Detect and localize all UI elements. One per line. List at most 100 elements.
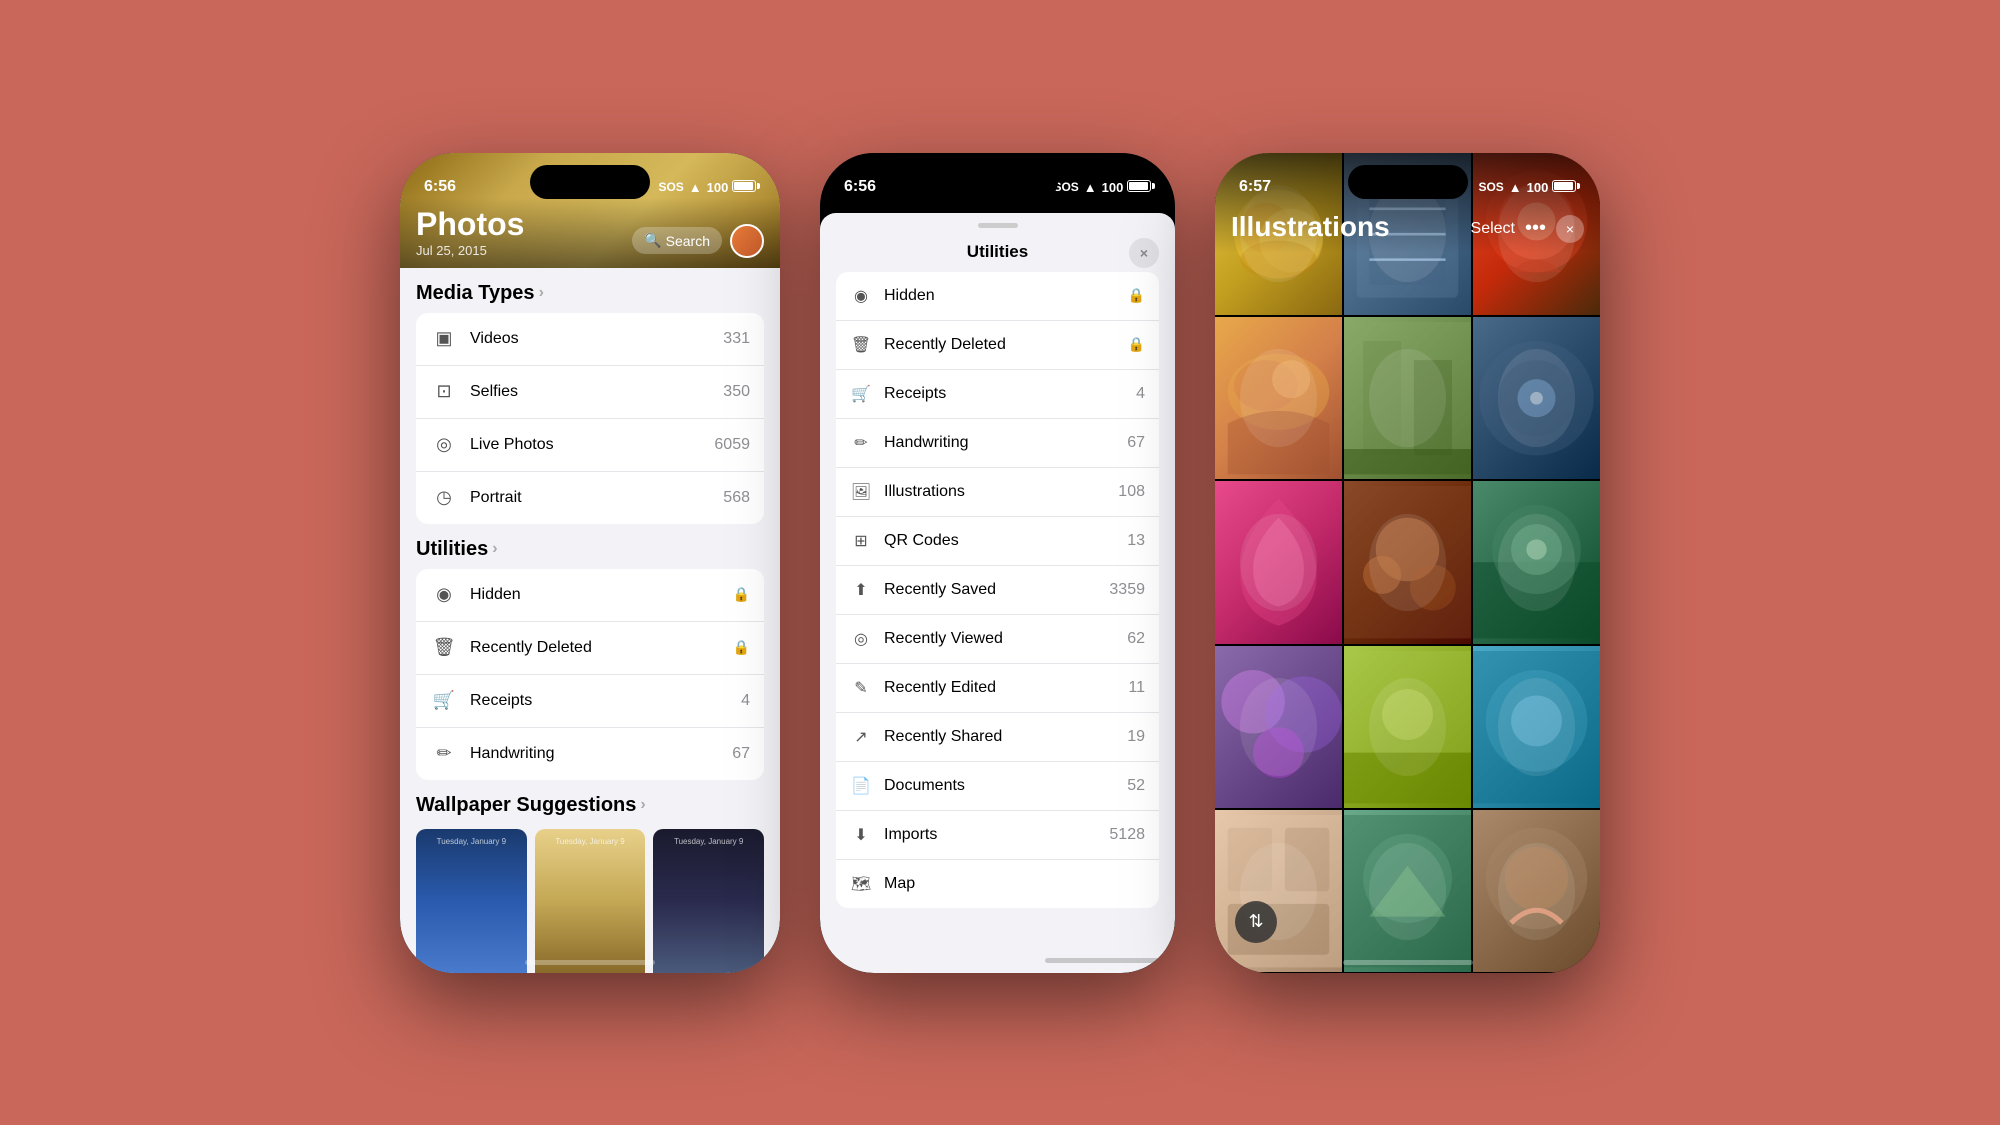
list-item[interactable]: ◎ Live Photos 6059 (416, 419, 764, 472)
modal-imports-icon: ⬇ (850, 824, 872, 846)
modal-list-item[interactable]: 🗑 Recently Deleted 🔒 (836, 321, 1159, 370)
modal-list-item[interactable]: 🗺 Map (836, 860, 1159, 908)
search-label: Search (666, 233, 710, 249)
modal-title: Utilities (967, 242, 1028, 262)
receipts-label: Receipts (470, 692, 729, 710)
modal-list-item[interactable]: ⬆ Recently Saved 3359 (836, 566, 1159, 615)
sort-icon: ⇅ (1248, 911, 1263, 932)
modal-close-button[interactable]: × (1129, 238, 1159, 268)
modal-recently-viewed-icon: ◎ (850, 628, 872, 650)
modal-list-item[interactable]: ↗ Recently Shared 19 (836, 713, 1159, 762)
more-options-button[interactable]: ••• (1525, 217, 1546, 240)
battery-1: 100 (707, 180, 756, 195)
search-button[interactable]: 🔍 Search (632, 227, 722, 254)
phone-3: 6:57 SOS ▲ 100 (1215, 153, 1600, 973)
photo-cell-9[interactable] (1473, 481, 1600, 643)
live-photos-label: Live Photos (470, 436, 702, 454)
hidden-label: Hidden (470, 586, 721, 604)
receipts-icon: 🛒 (430, 687, 458, 715)
modal-documents-icon: 📄 (850, 775, 872, 797)
modal-list-item[interactable]: ◉ Hidden 🔒 (836, 272, 1159, 321)
search-icon: 🔍 (644, 232, 661, 249)
modal-list-item[interactable]: ◎ Recently Viewed 62 (836, 615, 1159, 664)
wallpaper-thumb-1[interactable]: Tuesday, January 9 9:41 (416, 829, 527, 973)
wifi-icon-2: ▲ (1084, 180, 1097, 195)
photo-grid (1215, 153, 1600, 973)
photos-title: Photos (416, 206, 524, 243)
modal-recently-saved-icon: ⬆ (850, 579, 872, 601)
status-right-3: SOS ▲ 100 (1478, 180, 1576, 195)
close-button-3[interactable]: × (1556, 215, 1584, 243)
modal-list-item[interactable]: 🛒 Receipts 4 (836, 370, 1159, 419)
modal-list-item[interactable]: 🖼 Illustrations 108 (836, 468, 1159, 517)
list-item[interactable]: ▣ Videos 331 (416, 313, 764, 366)
hidden-icon: ◉ (430, 581, 458, 609)
modal-list-item[interactable]: 📄 Documents 52 (836, 762, 1159, 811)
media-types-header[interactable]: Media Types › (416, 268, 764, 313)
phone1-screen: 6:56 SOS ▲ 100 Photos Jul 25, 2015 🔍 (400, 153, 780, 973)
portrait-count: 568 (723, 489, 750, 507)
photo-cell-10[interactable] (1215, 646, 1342, 808)
list-item[interactable]: 🛒 Receipts 4 (416, 675, 764, 728)
photo-cell-7[interactable] (1215, 481, 1342, 643)
photo-cell-8[interactable] (1344, 481, 1471, 643)
modal-recently-shared-count: 19 (1127, 728, 1145, 746)
utilities-header[interactable]: Utilities › (416, 524, 764, 569)
modal-hidden-lock: 🔒 (1128, 287, 1145, 304)
battery-icon-1 (732, 180, 756, 192)
wp-time-3: 9:41 (685, 969, 732, 973)
photo-cell-4[interactable] (1215, 317, 1342, 479)
modal-illustrations-count: 108 (1118, 483, 1145, 501)
selfies-icon: ⊡ (430, 378, 458, 406)
list-item[interactable]: 🗑 Recently Deleted 🔒 (416, 622, 764, 675)
photo-cell-5[interactable] (1344, 317, 1471, 479)
phone3-screen: 6:57 SOS ▲ 100 (1215, 153, 1600, 973)
list-item[interactable]: ⊡ Selfies 350 (416, 366, 764, 419)
modal-recently-edited-count: 11 (1128, 679, 1145, 697)
wp-label-3: Tuesday, January 9 (653, 837, 764, 846)
modal-hidden-icon: ◉ (850, 285, 872, 307)
photo-cell-15[interactable] (1473, 810, 1600, 972)
photo-cell-6[interactable] (1473, 317, 1600, 479)
live-photos-icon: ◎ (430, 431, 458, 459)
modal-scroll-area[interactable]: ◉ Hidden 🔒 🗑 Recently Deleted 🔒 🛒 Receip… (820, 272, 1175, 948)
modal-recently-edited-label: Recently Edited (884, 679, 1116, 697)
wallpaper-row: Tuesday, January 9 9:41 Tuesday, January… (416, 825, 764, 973)
wp-time-1: 9:41 (448, 969, 495, 973)
list-item[interactable]: ✏ Handwriting 67 (416, 728, 764, 780)
modal-recently-deleted-icon: 🗑 (850, 334, 872, 356)
avatar[interactable] (730, 224, 764, 258)
home-indicator-1 (525, 960, 655, 965)
wallpaper-thumb-2[interactable]: Tuesday, January 9 9:41 (535, 829, 646, 973)
sos-1: SOS (658, 180, 683, 194)
sort-button[interactable]: ⇅ (1235, 901, 1277, 943)
dynamic-island-3 (1348, 165, 1468, 199)
battery-icon-2 (1127, 180, 1151, 192)
photo-cell-13[interactable] (1215, 810, 1342, 972)
wallpaper-thumb-3[interactable]: Tuesday, January 9 9:41 (653, 829, 764, 973)
modal-list-item[interactable]: ✏ Handwriting 67 (836, 419, 1159, 468)
modal-list-item[interactable]: ⬇ Imports 5128 (836, 811, 1159, 860)
photos-date: Jul 25, 2015 (416, 243, 524, 258)
illustrations-title: Illustrations (1231, 211, 1390, 243)
select-button[interactable]: Select (1471, 220, 1515, 238)
modal-recently-viewed-count: 62 (1127, 630, 1145, 648)
dynamic-island-1 (530, 165, 650, 199)
modal-qr-count: 13 (1127, 532, 1145, 550)
time-2: 6:56 (844, 178, 876, 196)
photos-title-area: Photos Jul 25, 2015 (416, 206, 524, 258)
list-item[interactable]: ◷ Portrait 568 (416, 472, 764, 524)
utilities-modal-list: ◉ Hidden 🔒 🗑 Recently Deleted 🔒 🛒 Receip… (836, 272, 1159, 908)
photo-cell-14[interactable] (1344, 810, 1471, 972)
sos-3: SOS (1478, 180, 1503, 194)
modal-list-item[interactable]: ⊞ QR Codes 13 (836, 517, 1159, 566)
hero-overlay: Photos Jul 25, 2015 🔍 Search (400, 198, 780, 268)
videos-count: 331 (723, 330, 750, 348)
wallpaper-header[interactable]: Wallpaper Suggestions › (416, 780, 764, 825)
photo-cell-11[interactable] (1344, 646, 1471, 808)
list-item[interactable]: ◉ Hidden 🔒 (416, 569, 764, 622)
modal-list-item[interactable]: ✎ Recently Edited 11 (836, 664, 1159, 713)
photo-cell-12[interactable] (1473, 646, 1600, 808)
selfies-count: 350 (723, 383, 750, 401)
phone-2: 6:56 SOS ▲ 100 Utilities × ◉ (820, 153, 1175, 973)
